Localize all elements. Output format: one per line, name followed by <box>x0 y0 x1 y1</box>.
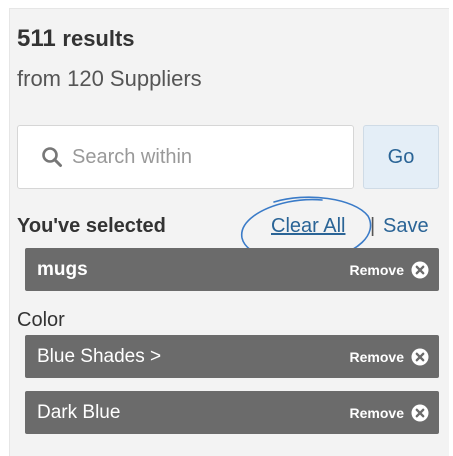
results-word: results <box>62 26 135 51</box>
go-button[interactable]: Go <box>363 125 439 189</box>
save-link[interactable]: Save <box>383 215 429 238</box>
color-heading: Color <box>17 309 65 331</box>
results-count: 511 results <box>17 25 135 53</box>
remove-button[interactable]: Remove <box>350 391 429 434</box>
search-within-input[interactable] <box>72 138 342 176</box>
link-separator: | <box>370 215 376 237</box>
results-number: 511 <box>17 25 56 52</box>
chip-label: mugs <box>37 259 88 280</box>
search-icon <box>42 147 62 167</box>
close-icon <box>411 261 429 278</box>
close-icon <box>411 348 429 365</box>
remove-label: Remove <box>349 261 404 278</box>
suppliers-count: from 120 Suppliers <box>17 66 202 91</box>
close-icon <box>411 404 429 421</box>
remove-label: Remove <box>349 404 404 421</box>
search-within-box[interactable] <box>17 125 354 189</box>
chip-label: Blue Shades > <box>37 346 162 367</box>
color-chip-dark-blue: Dark Blue Remove <box>25 391 439 434</box>
chip-label: Dark Blue <box>37 402 121 423</box>
remove-button[interactable]: Remove <box>350 248 429 291</box>
selected-heading: You've selected <box>17 215 166 237</box>
remove-button[interactable]: Remove <box>350 335 429 378</box>
selected-chip-mugs: mugs Remove <box>25 248 439 291</box>
clear-all-link[interactable]: Clear All <box>271 215 345 238</box>
color-chip-blue-shades[interactable]: Blue Shades > Remove <box>25 335 439 378</box>
remove-label: Remove <box>349 348 404 365</box>
